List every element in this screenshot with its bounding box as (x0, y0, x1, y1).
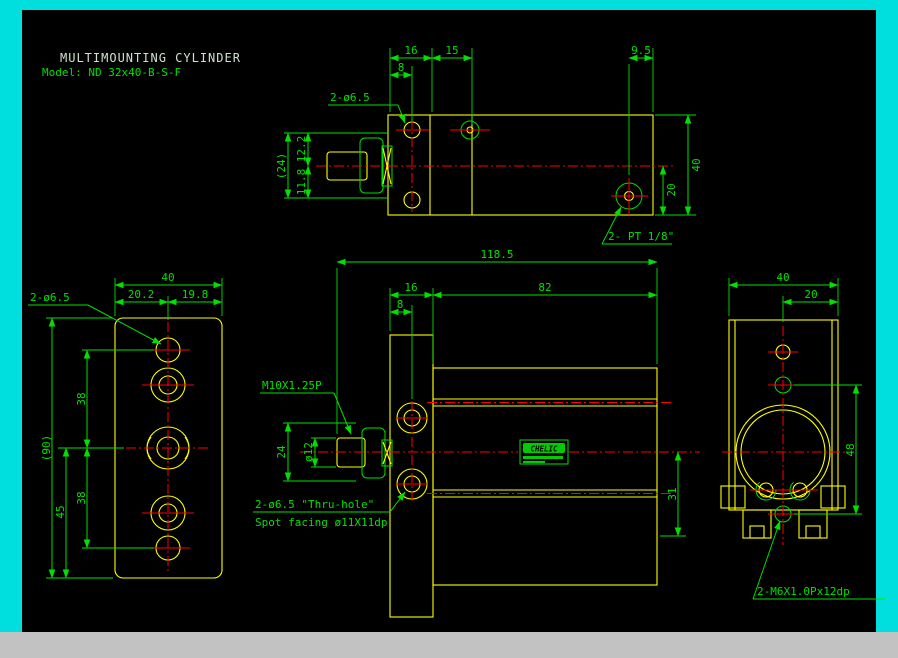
brand-logo: CHELIC (530, 445, 558, 454)
dim-rod-dia: ø12 (302, 442, 315, 462)
dim-12-2: 12.2 (295, 136, 308, 163)
cad-drawing-window: MULTIMOUNTING CYLINDER Model: ND 32x40-B… (0, 0, 898, 658)
label-rod-thread: M10X1.25P (262, 379, 322, 392)
brand-subtext-bar-2 (523, 461, 545, 463)
dim-16: 16 (404, 44, 417, 57)
drawing-title: MULTIMOUNTING CYLINDER (60, 51, 241, 65)
dim-20: 20 (665, 183, 678, 196)
dim-38-lower: 38 (75, 491, 88, 504)
dim-24-paren: (24) (275, 153, 288, 180)
dim-31: 31 (666, 487, 679, 500)
brand-subtext-bar-1 (523, 456, 563, 459)
model-number: Model: ND 32x40-B-S-F (42, 66, 181, 79)
dim-20-2: 20.2 (128, 288, 155, 301)
dim-19-8: 19.8 (182, 288, 209, 301)
dim-40-right: 40 (776, 271, 789, 284)
label-port: 2- PT 1/8" (608, 230, 674, 243)
dim-11-8: 11.8 (295, 169, 308, 196)
dim-38-upper: 38 (75, 392, 88, 405)
dim-16-front: 16 (404, 281, 417, 294)
dim-40-left: 40 (161, 271, 174, 284)
cad-drawing-canvas: MULTIMOUNTING CYLINDER Model: ND 32x40-B… (0, 0, 898, 658)
dim-90-paren: (90) (40, 435, 53, 462)
dim-82: 82 (538, 281, 551, 294)
label-spot-facing: Spot facing ø11X11dp (255, 516, 387, 529)
dim-20-right: 20 (804, 288, 817, 301)
dim-8-front: 8 (397, 298, 404, 311)
dim-9-5: 9.5 (631, 44, 651, 57)
dim-45: 45 (54, 505, 67, 518)
label-thru-hole: 2-ø6.5 "Thru-hole" (255, 498, 374, 511)
drawing-area (22, 10, 876, 632)
dim-8: 8 (398, 61, 405, 74)
dim-15: 15 (445, 44, 458, 57)
dim-118-5: 118.5 (480, 248, 513, 261)
dim-48: 48 (844, 443, 857, 456)
label-m6-holes: 2-M6X1.0Px12dp (757, 585, 850, 598)
label-holes-left: 2-ø6.5 (30, 291, 70, 304)
dim-24-front: 24 (275, 445, 288, 459)
dim-40: 40 (690, 158, 703, 171)
label-holes-top: 2-ø6.5 (330, 91, 370, 104)
